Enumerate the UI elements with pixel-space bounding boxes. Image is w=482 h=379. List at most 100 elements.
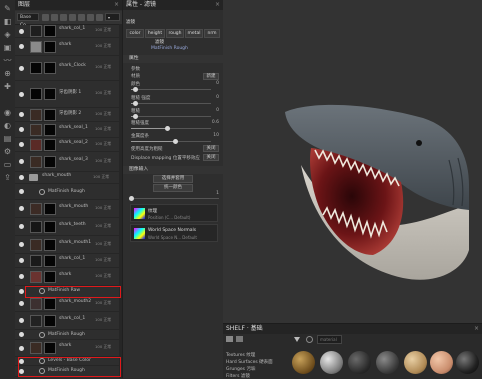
- material-ball-silver[interactable]: [320, 351, 343, 374]
- visibility-eye-icon[interactable]: [19, 28, 24, 34]
- layer-mask-thumbnail[interactable]: [44, 62, 56, 74]
- visibility-eye-icon[interactable]: [19, 258, 24, 263]
- visibility-eye-icon[interactable]: [19, 175, 24, 180]
- slider-track[interactable]: [131, 139, 211, 144]
- section-properties[interactable]: 属性: [123, 55, 223, 63]
- slider-knob[interactable]: [132, 101, 138, 106]
- visibility-eye-icon[interactable]: [19, 274, 24, 279]
- clone-icon[interactable]: ⊕: [3, 69, 12, 78]
- duplicate-icon[interactable]: [87, 14, 94, 21]
- slider-track[interactable]: [131, 87, 211, 92]
- add-mask-icon[interactable]: [60, 14, 67, 21]
- visibility-eye-icon[interactable]: [19, 44, 24, 49]
- material-ball-skin[interactable]: [430, 351, 453, 374]
- layer-row[interactable]: shark_mouth 100 正常: [15, 200, 122, 218]
- slider-value[interactable]: 0.6: [201, 120, 219, 125]
- slider-knob[interactable]: [132, 114, 138, 119]
- slider-value[interactable]: 0: [201, 108, 219, 113]
- close-icon[interactable]: ×: [215, 0, 220, 10]
- slider-track[interactable]: [131, 126, 211, 131]
- slider-value[interactable]: 0: [201, 95, 219, 100]
- grid-view-icon[interactable]: [236, 336, 243, 342]
- visibility-eye-icon[interactable]: [19, 189, 24, 194]
- add-fill-layer-icon[interactable]: [51, 14, 58, 21]
- shelf-category-grunges[interactable]: Grunges 污垢: [226, 366, 255, 372]
- filter-name[interactable]: MatFinish Rough: [151, 46, 188, 51]
- add-layer-icon[interactable]: [42, 14, 49, 21]
- add-folder-icon[interactable]: [78, 14, 85, 21]
- brush-icon[interactable]: ✎: [3, 4, 12, 13]
- layer-row[interactable]: shark_Clock 100 正常: [15, 56, 122, 81]
- shelf-category-textures[interactable]: Textures 纹理: [226, 352, 255, 358]
- visibility-eye-icon[interactable]: [19, 332, 24, 337]
- projection-icon[interactable]: ◈: [3, 30, 12, 39]
- layer-mask-thumbnail[interactable]: [44, 123, 56, 136]
- eraser-icon[interactable]: ◧: [3, 17, 12, 26]
- layer-row[interactable]: 牙齿阴影 1 100 正常: [15, 81, 122, 108]
- layer-row[interactable]: shark_mouth2 100 正常: [15, 296, 122, 312]
- slider-value[interactable]: 0: [201, 81, 219, 86]
- layer-mask-thumbnail[interactable]: [44, 342, 56, 354]
- layer-mask-thumbnail[interactable]: [44, 254, 56, 267]
- slider-value[interactable]: 10: [201, 133, 219, 138]
- slider-knob[interactable]: [132, 87, 138, 92]
- smudge-icon[interactable]: 〰: [3, 56, 12, 65]
- shelf-search-input[interactable]: material: [317, 335, 342, 344]
- visibility-eye-icon[interactable]: [19, 242, 24, 247]
- layer-mask-thumbnail[interactable]: [44, 314, 56, 327]
- layer-row[interactable]: 牙齿阴影 2 100 正常: [15, 108, 122, 122]
- material-input-1[interactable]: 纹理 Position (C... Default): [130, 204, 218, 222]
- channel-chip-color[interactable]: color: [126, 29, 144, 38]
- displace-mapping-toggle[interactable]: 关闭: [203, 154, 219, 161]
- material-input-2[interactable]: World Space Normals World Space N... Def…: [130, 224, 218, 242]
- picker-icon[interactable]: ✚: [3, 82, 12, 91]
- layers-icon[interactable]: ▤: [3, 134, 12, 143]
- slider-knob[interactable]: [164, 126, 170, 131]
- section-image-inputs[interactable]: 图像输入: [123, 166, 223, 174]
- camera-icon[interactable]: ◉: [3, 108, 12, 117]
- layer-mask-thumbnail[interactable]: [44, 40, 56, 53]
- shelf-category-hard-surfaces[interactable]: Hard Surfaces 硬表面: [226, 359, 273, 365]
- shelf-category-filters[interactable]: Filters 滤镜: [226, 373, 250, 379]
- visibility-eye-icon[interactable]: [19, 288, 24, 294]
- visibility-eye-icon[interactable]: [19, 91, 24, 97]
- layer-row[interactable]: MatFinish Rough: [15, 330, 122, 340]
- small-slider[interactable]: [129, 196, 219, 201]
- layer-row[interactable]: shark_col_1 100 正常: [15, 25, 122, 38]
- visibility-eye-icon[interactable]: [19, 318, 24, 323]
- layer-mask-thumbnail[interactable]: [44, 108, 56, 121]
- layer-row[interactable]: shark 100 正常: [15, 38, 122, 56]
- layer-row[interactable]: shark 100 正常: [15, 340, 122, 357]
- layer-row[interactable]: shark_teeth 100 正常: [15, 218, 122, 236]
- visibility-eye-icon[interactable]: [19, 206, 24, 211]
- 3d-viewport[interactable]: [223, 0, 482, 323]
- visibility-eye-icon[interactable]: [19, 112, 24, 117]
- render-icon[interactable]: ◐: [3, 121, 12, 130]
- layer-row[interactable]: shark_seal_1 100 正常: [15, 122, 122, 138]
- channel-chip-metal[interactable]: metal: [185, 29, 203, 38]
- material-ball-grey[interactable]: [376, 351, 399, 374]
- close-icon[interactable]: ×: [114, 0, 119, 10]
- channel-chip-nrm[interactable]: nrm: [204, 29, 220, 38]
- layer-row[interactable]: shark_col_1 100 正常: [15, 254, 122, 268]
- slider-knob[interactable]: [172, 139, 178, 144]
- visibility-eye-icon[interactable]: [19, 127, 24, 132]
- layer-row[interactable]: shark_mouth1 100 正常: [15, 236, 122, 254]
- file-icon[interactable]: ▭: [3, 160, 12, 169]
- visibility-eye-icon[interactable]: [19, 65, 24, 71]
- channel-chip-rough[interactable]: rough: [166, 29, 184, 38]
- preset-select[interactable]: 新建: [203, 73, 219, 80]
- channel-select[interactable]: Base Co: [17, 13, 39, 28]
- material-ball-beige[interactable]: [404, 351, 427, 374]
- height-as-rough-toggle[interactable]: 关闭: [203, 145, 219, 152]
- slider-track[interactable]: [131, 114, 211, 119]
- layer-mask-thumbnail[interactable]: [44, 297, 56, 310]
- material-ball-gold[interactable]: [292, 351, 315, 374]
- visibility-eye-icon[interactable]: [19, 224, 24, 229]
- visibility-eye-icon[interactable]: [19, 142, 24, 147]
- layer-row[interactable]: shark_seal_3 100 正常: [15, 152, 122, 172]
- layer-mask-thumbnail[interactable]: [44, 238, 56, 251]
- filter-icon[interactable]: [294, 337, 300, 342]
- apply-button[interactable]: 选择并套用: [153, 175, 193, 183]
- layer-row[interactable]: shark_mouth 100 正常: [15, 172, 122, 184]
